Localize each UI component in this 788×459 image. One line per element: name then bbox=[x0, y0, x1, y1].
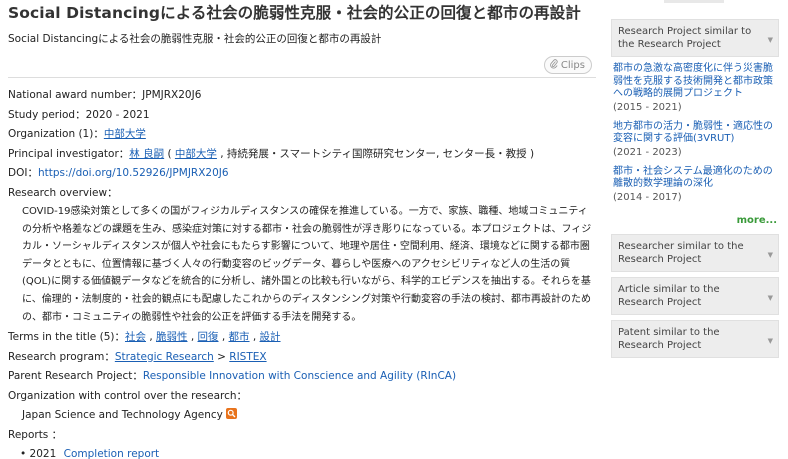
chevron-down-icon: ▼ bbox=[767, 293, 773, 302]
term-link[interactable]: 回復 bbox=[198, 331, 219, 343]
list-item: 地方都市の活力・脆弱性・適応性の変容に関する評価(3VRUT) (2021 - … bbox=[613, 121, 773, 159]
similar-researcher-label: Researcher similar to the Research Proje… bbox=[618, 240, 744, 265]
similar-project-years: (2021 - 2023) bbox=[613, 146, 682, 158]
similar-project-years: (2014 - 2017) bbox=[613, 191, 682, 203]
award-label: National award number： bbox=[8, 89, 143, 101]
similar-project-link[interactable]: 都市・社会システム最適化のための離散的数学理論の深化 bbox=[613, 166, 773, 191]
overview-label: Research overview： bbox=[8, 186, 118, 199]
doi-label: DOI： bbox=[8, 167, 38, 179]
terms-label: Terms in the title (5)： bbox=[8, 331, 125, 344]
pi-row: Principal investigator：林 良嗣 ( 中部大学 , 持続発… bbox=[8, 145, 596, 165]
terms-row: Terms in the title (5)：社会 , 脆弱性 , 回復 , 都… bbox=[8, 331, 281, 344]
ristex-link[interactable]: RISTEX bbox=[229, 351, 266, 363]
control-label: Organization with control over the resea… bbox=[8, 389, 248, 402]
program-separator: > bbox=[213, 350, 230, 363]
similar-project-link[interactable]: 地方都市の活力・脆弱性・適応性の変容に関する評価(3VRUT) bbox=[613, 121, 773, 146]
award-row: National award number：JPMJRX20J6 bbox=[8, 86, 596, 106]
search-icon[interactable] bbox=[225, 408, 237, 420]
term-link[interactable]: 設計 bbox=[260, 331, 281, 343]
control-value: Japan Science and Technology Agency bbox=[22, 409, 223, 422]
doi-link[interactable]: https://doi.org/10.52926/JPMJRX20J6 bbox=[38, 167, 229, 179]
doi-row: DOI：https://doi.org/10.52926/JPMJRX20J6 bbox=[8, 164, 596, 184]
similar-projects-list: 都市の急激な高密度化に伴う災害脆弱性を克服する技術開発と都市政策への戦略的展開プ… bbox=[611, 57, 779, 215]
report-link[interactable]: Completion report bbox=[64, 448, 160, 459]
period-row: Study period：2020 - 2021 bbox=[8, 106, 596, 126]
period-label: Study period： bbox=[8, 108, 86, 121]
similar-article-header[interactable]: Article similar to the Research Project … bbox=[611, 276, 779, 315]
report-year: 2021 bbox=[29, 448, 57, 459]
organization-link[interactable]: 中部大学 bbox=[104, 128, 146, 140]
term-link[interactable]: 社会 bbox=[125, 331, 146, 343]
pi-name-link[interactable]: 林 良嗣 bbox=[129, 148, 164, 160]
main-content: Social Distancingによる社会の脆弱性克服・社会的公正の回復と都市… bbox=[8, 0, 596, 459]
pi-affiliation: , 持続発展・スマートシティ国際研究センター, センター長・教授 ) bbox=[216, 147, 535, 160]
term-link[interactable]: 都市 bbox=[229, 331, 250, 343]
clips-label: Clips bbox=[560, 59, 585, 71]
overview-label-row: Research overview： bbox=[8, 184, 596, 204]
clips-row: Clips bbox=[8, 50, 596, 78]
chevron-down-icon: ▼ bbox=[767, 36, 773, 44]
control-value-row: Japan Science and Technology Agency bbox=[22, 406, 596, 426]
sidebar: Research Project similar to the Research… bbox=[611, 0, 779, 358]
similar-patent-label: Patent similar to the Research Project bbox=[618, 326, 720, 351]
paperclip-icon bbox=[550, 58, 558, 72]
list-item: 都市・社会システム最適化のための離散的数学理論の深化 (2014 - 2017) bbox=[613, 166, 773, 204]
reports-label: Reports ： bbox=[8, 428, 63, 441]
period-value: 2020 - 2021 bbox=[85, 108, 150, 121]
chevron-down-icon: ▼ bbox=[767, 250, 773, 259]
project-info: National award number：JPMJRX20J6 Study p… bbox=[8, 86, 596, 459]
page-subtitle: Social Distancingによる社会の脆弱性克服・社会的公正の回復と都市… bbox=[8, 33, 382, 45]
report-item: • 2021 Completion report bbox=[20, 445, 596, 459]
term-link[interactable]: 脆弱性 bbox=[156, 331, 188, 343]
list-item: 都市の急激な高密度化に伴う災害脆弱性を克服する技術開発と都市政策への戦略的展開プ… bbox=[613, 63, 773, 114]
program-link[interactable]: Strategic Research bbox=[115, 351, 214, 363]
program-label: Research program： bbox=[8, 350, 115, 363]
program-row: Research program：Strategic Research > RI… bbox=[8, 348, 596, 368]
reports-label-row: Reports ： bbox=[8, 426, 596, 446]
chevron-down-icon: ▼ bbox=[767, 336, 773, 345]
parent-label: Parent Research Project： bbox=[8, 370, 143, 383]
similar-project-link[interactable]: 都市の急激な高密度化に伴う災害脆弱性を克服する技術開発と都市政策への戦略的展開プ… bbox=[613, 63, 773, 101]
similar-researcher-header[interactable]: Researcher similar to the Research Proje… bbox=[611, 233, 779, 272]
award-value: JPMJRX20J6 bbox=[142, 89, 202, 101]
more-link[interactable]: more... bbox=[611, 215, 777, 226]
parent-project-link[interactable]: Responsible Innovation with Conscience a… bbox=[143, 370, 456, 382]
bullet-icon: • bbox=[20, 448, 27, 459]
similar-project-years: (2015 - 2021) bbox=[613, 101, 682, 113]
control-label-row: Organization with control over the resea… bbox=[8, 387, 596, 407]
pi-label: Principal investigator： bbox=[8, 147, 130, 160]
similar-projects-header[interactable]: Research Project similar to the Research… bbox=[611, 19, 779, 57]
page-title: Social Distancingによる社会の脆弱性克服・社会的公正の回復と都市… bbox=[8, 4, 581, 22]
organization-label: Organization (1)： bbox=[8, 128, 104, 140]
parent-row: Parent Research Project：Responsible Inno… bbox=[8, 367, 596, 387]
similar-patent-header[interactable]: Patent similar to the Research Project ▼ bbox=[611, 319, 779, 358]
organization-row: Organization (1)：中部大学 bbox=[8, 125, 596, 145]
similar-projects-label: Research Project similar to the Research… bbox=[618, 26, 752, 50]
pi-open-paren: ( bbox=[164, 147, 175, 160]
overview-text: COVID-19感染対策として多くの国がフィジカルディスタンスの確保を推進してい… bbox=[22, 206, 592, 323]
similar-article-label: Article similar to the Research Project bbox=[618, 283, 720, 308]
pi-organization-link[interactable]: 中部大学 bbox=[175, 148, 217, 160]
clips-button[interactable]: Clips bbox=[543, 56, 592, 74]
